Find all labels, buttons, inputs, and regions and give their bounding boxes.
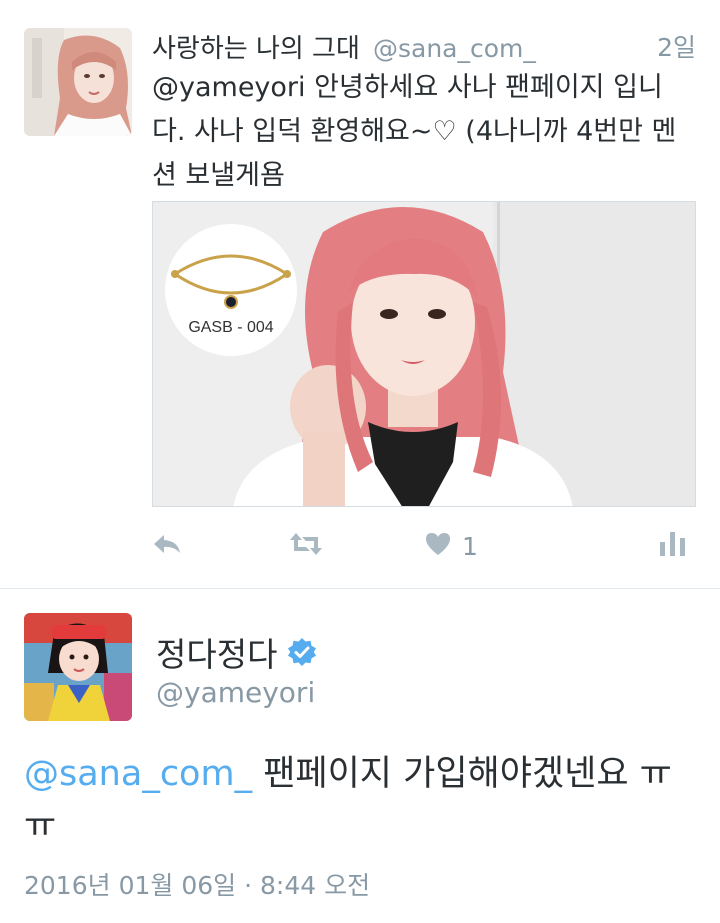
reply-button[interactable] — [152, 528, 182, 564]
display-name[interactable]: 정다정다 — [156, 628, 317, 676]
display-name[interactable]: 사랑하는 나의 그대 — [152, 34, 360, 64]
analytics-button[interactable] — [658, 528, 688, 564]
verified-badge-icon — [287, 637, 317, 667]
tweet-header: 사랑하는 나의 그대 @sana_com_ 2일 — [152, 28, 696, 64]
analytics-icon — [658, 530, 688, 562]
tweet-text: @sana_com_ 팬페이지 가입해야겠넨요 ㅠㅠ — [24, 748, 704, 852]
product-code-label: GASB - 004 — [188, 319, 273, 336]
meta-separator: · — [236, 871, 260, 900]
tweet-media-image[interactable]: GASB - 004 — [152, 201, 696, 507]
tweet-timestamp: 2016년 01월 06일 · 8:44 오전 — [24, 866, 370, 902]
reply-icon — [152, 532, 182, 560]
avatar[interactable] — [24, 28, 132, 136]
handle[interactable]: @sana_com_ — [373, 34, 536, 63]
retweet-icon — [288, 531, 324, 561]
mention-link[interactable]: @sana_com_ — [24, 754, 252, 794]
retweet-button[interactable] — [288, 528, 324, 564]
tweet-1[interactable]: 사랑하는 나의 그대 @sana_com_ 2일 @yameyori 안녕하세요… — [0, 0, 720, 589]
timestamp[interactable]: 2일 — [657, 28, 696, 64]
avatar[interactable] — [24, 613, 132, 721]
tweet-time: 8:44 오전 — [259, 871, 371, 900]
like-count: 1 — [462, 531, 478, 561]
tweet-date: 2016년 01월 06일 — [24, 871, 237, 900]
heart-icon — [424, 531, 452, 561]
like-button[interactable]: 1 — [424, 528, 478, 564]
tweet-text: @yameyori 안녕하세요 사나 팬페이지 입니다. 사나 입덕 환영해요~… — [152, 72, 677, 191]
tweet-actions: 1 — [152, 528, 696, 564]
display-name-text: 정다정다 — [156, 635, 278, 674]
handle[interactable]: @yameyori — [156, 676, 315, 709]
